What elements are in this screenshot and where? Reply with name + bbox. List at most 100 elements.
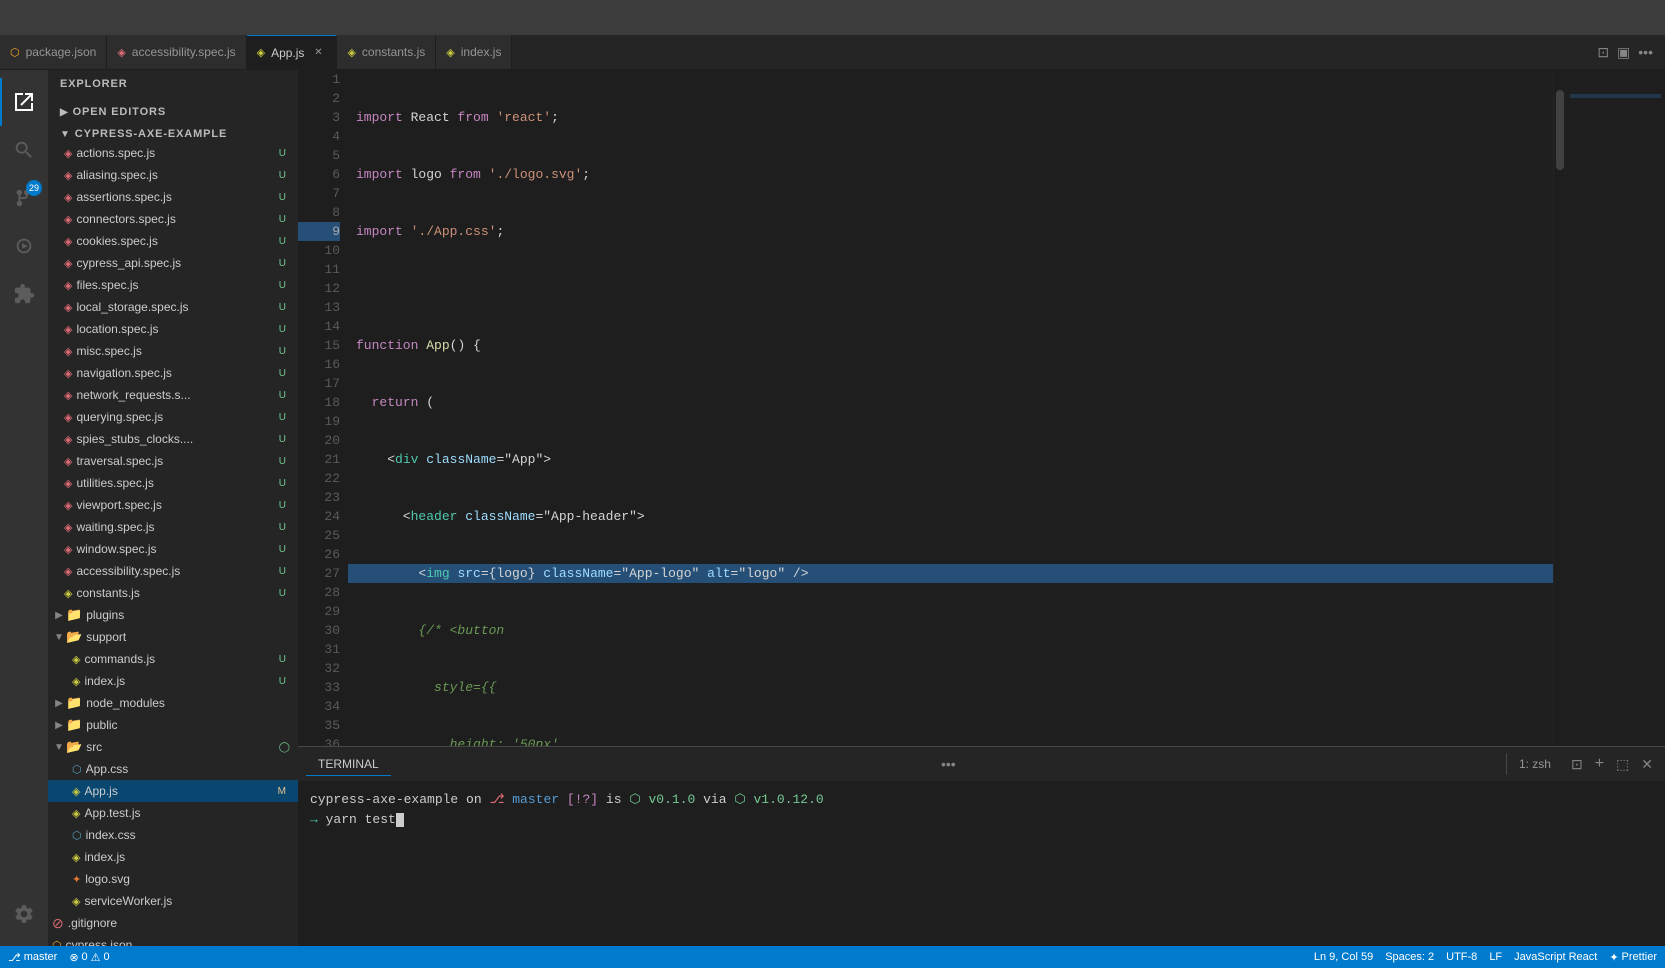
status-branch[interactable]: ⎇ master: [8, 951, 57, 964]
project-name-label: CYPRESS-AXE-EXAMPLE: [75, 128, 227, 140]
folder-node-modules[interactable]: ▶ 📁 node_modules: [48, 692, 298, 714]
file-item-commands[interactable]: ◈ commands.js U: [48, 648, 298, 670]
file-name: connectors.spec.js: [76, 212, 274, 226]
tab-package-json[interactable]: ⬡ package.json: [0, 35, 107, 69]
more-icon[interactable]: •••: [1638, 44, 1653, 60]
file-item-files[interactable]: ◈ files.spec.js U: [48, 274, 298, 296]
project-section[interactable]: ▼ CYPRESS-AXE-EXAMPLE: [48, 124, 298, 142]
file-item-cypress-json[interactable]: ⬡ cypress.json: [48, 934, 298, 946]
file-item-spies[interactable]: ◈ spies_stubs_clocks.... U: [48, 428, 298, 450]
sidebar: Explorer ▶ Open Editors ▼ CYPRESS-AXE-EX…: [48, 70, 298, 946]
chevron-down-icon: ▼: [60, 129, 71, 140]
status-language[interactable]: JavaScript React: [1514, 951, 1597, 964]
split-right-icon[interactable]: ▣: [1617, 44, 1630, 61]
file-badge: U: [275, 214, 290, 225]
file-item-cypress-api[interactable]: ◈ cypress_api.spec.js U: [48, 252, 298, 274]
file-item-navigation[interactable]: ◈ navigation.spec.js U: [48, 362, 298, 384]
status-errors[interactable]: ⊗ 0 ⚠ 0: [69, 951, 109, 964]
tab-appjs[interactable]: ◈ App.js ✕: [247, 35, 338, 69]
file-item-service-worker[interactable]: ◈ serviceWorker.js: [48, 890, 298, 912]
file-item-app-css[interactable]: ⬡ App.css: [48, 758, 298, 780]
folder-public[interactable]: ▶ 📁 public: [48, 714, 298, 736]
terminal-tab-1zsh[interactable]: 1: zsh: [1506, 753, 1563, 775]
tab-constants[interactable]: ◈ constants.js: [337, 35, 436, 69]
activity-item-search[interactable]: [0, 126, 48, 174]
activity-item-settings[interactable]: [0, 890, 48, 938]
file-item-window[interactable]: ◈ window.spec.js U: [48, 538, 298, 560]
code-content[interactable]: import React from 'react'; import logo f…: [348, 70, 1553, 746]
file-badge: U: [275, 324, 290, 335]
file-badge: U: [275, 302, 290, 313]
split-terminal-icon[interactable]: ⊡: [1567, 756, 1587, 773]
file-item-waiting[interactable]: ◈ waiting.spec.js U: [48, 516, 298, 538]
terminal-content[interactable]: cypress-axe-example on ⎇ master [!?] is …: [298, 782, 1665, 946]
minimap: [1565, 70, 1665, 746]
file-badge: U: [275, 412, 290, 423]
split-editor-icon[interactable]: ⊡: [1597, 44, 1609, 61]
terminal-git-status: [!?]: [567, 792, 598, 807]
file-item-app-js[interactable]: ◈ App.js M: [48, 780, 298, 802]
status-spaces[interactable]: Spaces: 2: [1385, 951, 1434, 964]
file-item-index-js[interactable]: ◈ index.js: [48, 846, 298, 868]
file-item-logo-svg[interactable]: ✦ logo.svg: [48, 868, 298, 890]
git-badge: 29: [26, 180, 42, 196]
file-icon-js: ◈: [64, 543, 72, 556]
tab-accessibility[interactable]: ◈ accessibility.spec.js: [107, 35, 246, 69]
file-item-traversal[interactable]: ◈ traversal.spec.js U: [48, 450, 298, 472]
more-icon[interactable]: •••: [941, 756, 956, 772]
activity-item-debug[interactable]: [0, 222, 48, 270]
folder-icon: 📂: [66, 739, 82, 755]
maximize-panel-icon[interactable]: ⬚: [1612, 756, 1633, 773]
file-name: querying.spec.js: [76, 410, 274, 424]
file-badge: U: [275, 588, 290, 599]
file-item-local-storage[interactable]: ◈ local_storage.spec.js U: [48, 296, 298, 318]
activity-item-explorer[interactable]: [0, 78, 48, 126]
warning-icon: ⚠: [91, 951, 101, 964]
tab-indexjs[interactable]: ◈ index.js: [436, 35, 512, 69]
file-item-location[interactable]: ◈ location.spec.js U: [48, 318, 298, 340]
activity-item-extensions[interactable]: [0, 270, 48, 318]
file-icon-js: ◈: [64, 389, 72, 402]
folder-support[interactable]: ▼ 📂 support: [48, 626, 298, 648]
file-badge: U: [275, 280, 290, 291]
file-item-utilities[interactable]: ◈ utilities.spec.js U: [48, 472, 298, 494]
line-numbers: 12345 678910 1112131415 1617181920 21222…: [298, 70, 348, 746]
editor-scrollbar[interactable]: [1553, 70, 1565, 746]
file-item-accessibility-spec[interactable]: ◈ accessibility.spec.js U: [48, 560, 298, 582]
status-prettier[interactable]: ✦ Prettier: [1609, 951, 1657, 964]
file-item-actions[interactable]: ◈ actions.spec.js U: [48, 142, 298, 164]
file-badge: U: [275, 170, 290, 181]
file-icon-js: ◈: [64, 213, 72, 226]
file-item-misc[interactable]: ◈ misc.spec.js U: [48, 340, 298, 362]
file-item-aliasing[interactable]: ◈ aliasing.spec.js U: [48, 164, 298, 186]
file-item-assertions[interactable]: ◈ assertions.spec.js U: [48, 186, 298, 208]
file-item-app-test[interactable]: ◈ App.test.js: [48, 802, 298, 824]
file-item-cookies[interactable]: ◈ cookies.spec.js U: [48, 230, 298, 252]
file-item-gitignore[interactable]: ⊘ .gitignore: [48, 912, 298, 934]
activity-item-git[interactable]: 29: [0, 174, 48, 222]
file-item-network[interactable]: ◈ network_requests.s... U: [48, 384, 298, 406]
file-item-constants[interactable]: ◈ constants.js U: [48, 582, 298, 604]
tab-label: constants.js: [362, 45, 425, 59]
close-panel-icon[interactable]: ✕: [1637, 756, 1657, 773]
file-item-viewport[interactable]: ◈ viewport.spec.js U: [48, 494, 298, 516]
folder-plugins[interactable]: ▶ 📁 plugins: [48, 604, 298, 626]
tab-icon-json: ⬡: [10, 46, 20, 59]
status-branch-name: master: [24, 951, 58, 963]
status-encoding[interactable]: UTF-8: [1446, 951, 1477, 964]
add-terminal-icon[interactable]: +: [1591, 755, 1608, 773]
folder-src[interactable]: ▼ 📂 src ◯: [48, 736, 298, 758]
status-eol[interactable]: LF: [1489, 951, 1502, 964]
file-item-support-index[interactable]: ◈ index.js U: [48, 670, 298, 692]
status-ln-col[interactable]: Ln 9, Col 59: [1314, 951, 1373, 964]
editor-scrollbar-thumb[interactable]: [1556, 90, 1564, 170]
file-icon-svg: ✦: [72, 873, 81, 886]
open-editors-section[interactable]: ▶ Open Editors: [48, 102, 298, 120]
file-name: cookies.spec.js: [76, 234, 274, 248]
tab-close-icon[interactable]: ✕: [310, 45, 326, 61]
file-item-index-css[interactable]: ⬡ index.css: [48, 824, 298, 846]
file-item-querying[interactable]: ◈ querying.spec.js U: [48, 406, 298, 428]
file-item-connectors[interactable]: ◈ connectors.spec.js U: [48, 208, 298, 230]
terminal-tab-terminal[interactable]: TERMINAL: [306, 753, 391, 776]
file-badge: U: [275, 390, 290, 401]
